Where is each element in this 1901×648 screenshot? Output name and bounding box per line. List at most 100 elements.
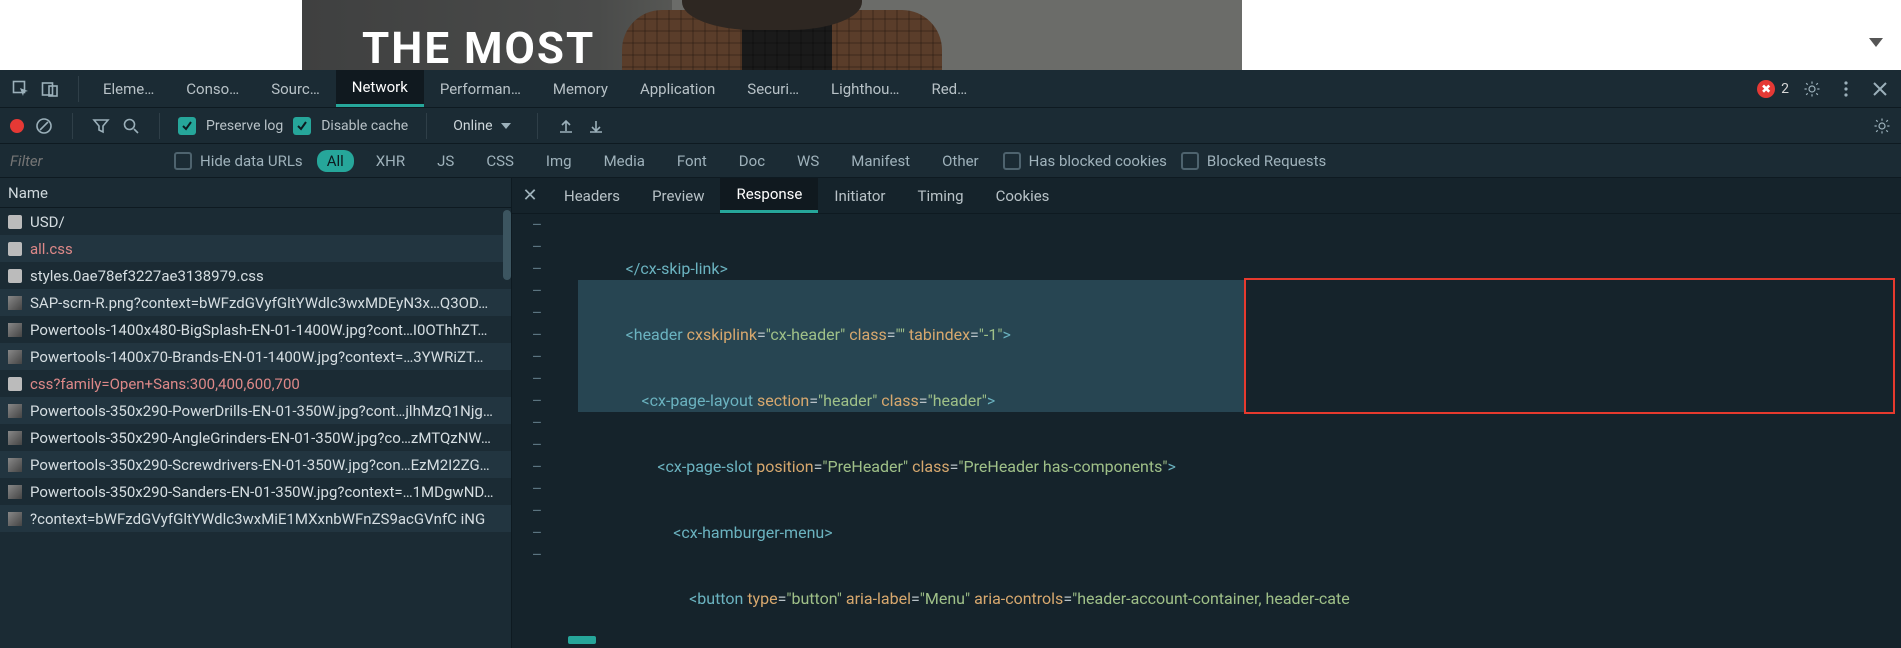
has-blocked-cookies-label: Has blocked cookies bbox=[1029, 152, 1167, 170]
devtools-tab-network[interactable]: Network bbox=[336, 70, 424, 107]
request-row[interactable]: css?family=Open+Sans:300,400,600,700 bbox=[0, 370, 511, 397]
request-row[interactable]: Powertools-350x290-Sanders-EN-01-350W.jp… bbox=[0, 478, 511, 505]
request-name: Powertools-1400x70-Brands-EN-01-1400W.jp… bbox=[30, 348, 483, 366]
devtools-tab-red[interactable]: Red… bbox=[915, 70, 983, 107]
devtools-tab-conso[interactable]: Conso… bbox=[170, 70, 255, 107]
request-name: Powertools-350x290-Screwdrivers-EN-01-35… bbox=[30, 456, 490, 474]
file-icon bbox=[8, 377, 22, 391]
close-detail-icon[interactable]: ✕ bbox=[512, 185, 548, 206]
request-row[interactable]: Powertools-1400x480-BigSplash-EN-01-1400… bbox=[0, 316, 511, 343]
detail-tab-timing[interactable]: Timing bbox=[902, 178, 980, 213]
detail-tab-response[interactable]: Response bbox=[720, 178, 818, 213]
detail-tab-cookies[interactable]: Cookies bbox=[980, 178, 1066, 213]
devtools-tab-application[interactable]: Application bbox=[624, 70, 731, 107]
filter-type-ws[interactable]: WS bbox=[787, 150, 829, 172]
blocked-requests-checkbox[interactable] bbox=[1181, 152, 1199, 170]
filter-toggle-icon[interactable] bbox=[91, 116, 111, 136]
error-counter[interactable]: ✖ 2 bbox=[1757, 80, 1789, 98]
throttling-select[interactable]: Online bbox=[445, 118, 518, 134]
devtools-tab-eleme[interactable]: Eleme… bbox=[87, 70, 170, 107]
request-row[interactable]: Powertools-350x290-AngleGrinders-EN-01-3… bbox=[0, 424, 511, 451]
request-name: css?family=Open+Sans:300,400,600,700 bbox=[30, 375, 300, 393]
file-icon bbox=[8, 242, 22, 256]
close-devtools-icon[interactable] bbox=[1869, 78, 1891, 100]
settings-gear-icon[interactable] bbox=[1801, 78, 1823, 100]
chevron-down-icon bbox=[501, 123, 511, 129]
request-row[interactable]: Powertools-350x290-Screwdrivers-EN-01-35… bbox=[0, 451, 511, 478]
filter-type-xhr[interactable]: XHR bbox=[366, 150, 415, 172]
image-thumb-icon bbox=[8, 458, 22, 472]
clear-button[interactable] bbox=[34, 116, 54, 136]
request-name: Powertools-1400x480-BigSplash-EN-01-1400… bbox=[30, 321, 487, 339]
request-row[interactable]: ?context=bWFzdGVyfGltYWdlc3wxMiE1MXxnbWF… bbox=[0, 505, 511, 532]
network-filterbar: Hide data URLs All XHR JS CSS Img Media Font Do… bbox=[0, 144, 1901, 178]
kebab-menu-icon[interactable] bbox=[1835, 78, 1857, 100]
page-dropdown-icon[interactable] bbox=[1869, 38, 1883, 47]
request-row[interactable]: SAP-scrn-R.png?context=bWFzdGVyfGltYWdlc… bbox=[0, 289, 511, 316]
image-thumb-icon bbox=[8, 512, 22, 526]
network-settings-gear-icon[interactable] bbox=[1871, 115, 1893, 137]
devtools-tab-lighthou[interactable]: Lighthou… bbox=[815, 70, 915, 107]
hide-data-urls-checkbox[interactable] bbox=[174, 152, 192, 170]
inspect-element-icon[interactable] bbox=[10, 78, 32, 100]
filter-type-media[interactable]: Media bbox=[594, 150, 655, 172]
filter-type-js[interactable]: JS bbox=[427, 150, 464, 172]
request-row[interactable]: styles.0ae78ef3227ae3138979.css bbox=[0, 262, 511, 289]
page-content-viewport: THE MOST bbox=[0, 0, 1901, 70]
request-list-pane: Name USD/all.css styles.0ae78ef3227ae3138… bbox=[0, 178, 512, 648]
image-thumb-icon bbox=[8, 431, 22, 445]
request-name: Powertools-350x290-Sanders-EN-01-350W.jp… bbox=[30, 483, 494, 501]
image-thumb-icon bbox=[8, 404, 22, 418]
devtools-tab-performan[interactable]: Performan… bbox=[424, 70, 537, 107]
image-thumb-icon bbox=[8, 485, 22, 499]
filter-type-img[interactable]: Img bbox=[536, 150, 582, 172]
search-icon[interactable] bbox=[121, 116, 141, 136]
request-row[interactable]: Powertools-350x290-PowerDrills-EN-01-350… bbox=[0, 397, 511, 424]
filter-type-css[interactable]: CSS bbox=[476, 150, 524, 172]
file-icon bbox=[8, 269, 22, 283]
request-name: USD/ bbox=[30, 213, 65, 231]
file-icon bbox=[8, 215, 22, 229]
hero-banner: THE MOST bbox=[302, 0, 1242, 70]
filter-type-doc[interactable]: Doc bbox=[729, 150, 775, 172]
request-name: SAP-scrn-R.png?context=bWFzdGVyfGltYWdlc… bbox=[30, 294, 488, 312]
record-button[interactable] bbox=[10, 119, 24, 133]
request-name: styles.0ae78ef3227ae3138979.css bbox=[30, 267, 264, 285]
disable-cache-label: Disable cache bbox=[321, 118, 408, 134]
scrollbar-thumb[interactable] bbox=[503, 210, 511, 280]
filter-input[interactable] bbox=[10, 152, 160, 170]
column-header-name[interactable]: Name bbox=[0, 178, 511, 208]
device-toolbar-icon[interactable] bbox=[39, 78, 61, 100]
network-toolbar: Preserve log Disable cache Online bbox=[0, 108, 1901, 144]
minimap-highlight bbox=[568, 636, 596, 644]
blocked-requests-label: Blocked Requests bbox=[1207, 152, 1326, 170]
response-body[interactable]: –––––––––––––––– </cx-skip-link> <header… bbox=[512, 214, 1901, 648]
has-blocked-cookies-checkbox[interactable] bbox=[1003, 152, 1021, 170]
detail-pane: ✕ HeadersPreviewResponseInitiatorTimingC… bbox=[512, 178, 1901, 648]
filter-type-font[interactable]: Font bbox=[667, 150, 717, 172]
detail-tab-headers[interactable]: Headers bbox=[548, 178, 636, 213]
preserve-log-checkbox[interactable] bbox=[178, 117, 196, 135]
disable-cache-checkbox[interactable] bbox=[293, 117, 311, 135]
request-row[interactable]: all.css bbox=[0, 235, 511, 262]
image-thumb-icon bbox=[8, 350, 22, 364]
request-row[interactable]: Powertools-1400x70-Brands-EN-01-1400W.jp… bbox=[0, 343, 511, 370]
download-har-icon[interactable] bbox=[586, 116, 606, 136]
request-name: Powertools-350x290-AngleGrinders-EN-01-3… bbox=[30, 429, 491, 447]
image-thumb-icon bbox=[8, 296, 22, 310]
filter-type-all[interactable]: All bbox=[317, 150, 354, 172]
devtools-tab-sourc[interactable]: Sourc… bbox=[255, 70, 336, 107]
devtools-tab-memory[interactable]: Memory bbox=[537, 70, 624, 107]
request-row[interactable]: USD/ bbox=[0, 208, 511, 235]
hide-data-urls-label: Hide data URLs bbox=[200, 152, 303, 170]
detail-tab-initiator[interactable]: Initiator bbox=[818, 178, 901, 213]
upload-har-icon[interactable] bbox=[556, 116, 576, 136]
error-badge-icon: ✖ bbox=[1757, 80, 1775, 98]
devtools-panel: Eleme…Conso…Sourc…NetworkPerforman…Memor… bbox=[0, 70, 1901, 648]
detail-tab-preview[interactable]: Preview bbox=[636, 178, 720, 213]
hero-text: THE MOST bbox=[362, 22, 595, 70]
filter-type-other[interactable]: Other bbox=[932, 150, 989, 172]
devtools-tab-securi[interactable]: Securi… bbox=[731, 70, 815, 107]
error-count: 2 bbox=[1781, 81, 1789, 97]
filter-type-manifest[interactable]: Manifest bbox=[841, 150, 920, 172]
